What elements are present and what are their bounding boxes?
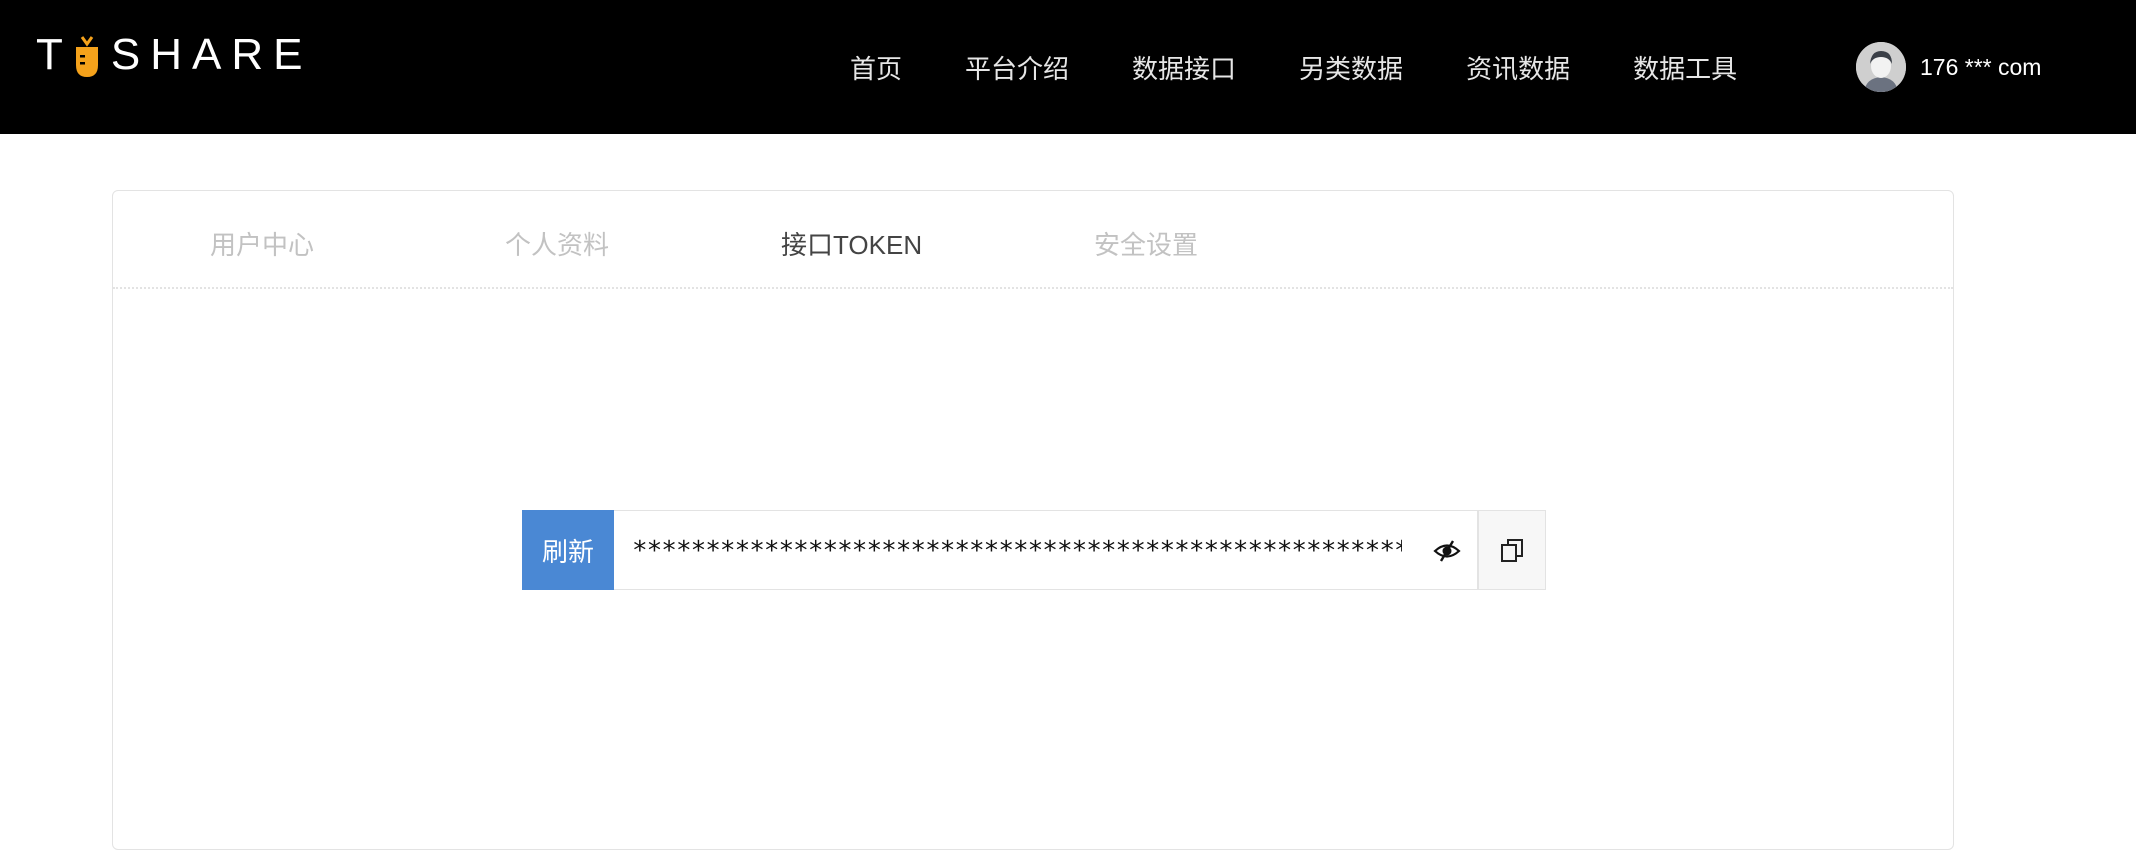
logo-text-left: T	[36, 30, 73, 79]
copy-icon	[1501, 539, 1523, 562]
user-avatar-icon[interactable]	[1856, 42, 1906, 92]
user-display-name[interactable]: 176 *** com	[1920, 54, 2041, 81]
tushare-logo[interactable]: T SHARE	[36, 30, 312, 80]
tab-api-token[interactable]: 接口TOKEN	[781, 225, 922, 262]
eye-slash-icon[interactable]	[1433, 537, 1461, 565]
nav-item-news-data[interactable]: 资讯数据	[1466, 49, 1570, 86]
tab-user-center[interactable]: 用户中心	[210, 225, 314, 262]
refresh-token-button[interactable]: 刷新	[522, 510, 614, 590]
copy-token-button[interactable]	[1478, 510, 1546, 590]
token-field	[614, 510, 1478, 590]
carrot-logo-icon	[75, 36, 98, 77]
token-row: 刷新	[522, 510, 1546, 590]
nav-item-alternative-data[interactable]: 另类数据	[1299, 49, 1403, 86]
nav-item-home[interactable]: 首页	[850, 49, 902, 86]
nav-item-platform-intro[interactable]: 平台介绍	[965, 49, 1069, 86]
token-input[interactable]	[632, 511, 1402, 589]
user-menu[interactable]: 176 *** com	[1856, 42, 2041, 92]
tab-profile[interactable]: 个人资料	[505, 225, 609, 262]
tab-security-settings[interactable]: 安全设置	[1094, 225, 1198, 262]
nav-item-data-api[interactable]: 数据接口	[1132, 49, 1236, 86]
nav-item-data-tools[interactable]: 数据工具	[1633, 49, 1737, 86]
logo-text-right: SHARE	[110, 30, 313, 79]
main-nav: 首页 平台介绍 数据接口 另类数据 资讯数据 数据工具	[850, 44, 1800, 90]
top-navigation-bar: T SHARE 首页 平台介绍 数据接口 另类数据 资讯数据 数据工具 176 …	[0, 0, 2136, 134]
user-center-tabs: 用户中心 个人资料 接口TOKEN 安全设置	[113, 191, 1953, 289]
